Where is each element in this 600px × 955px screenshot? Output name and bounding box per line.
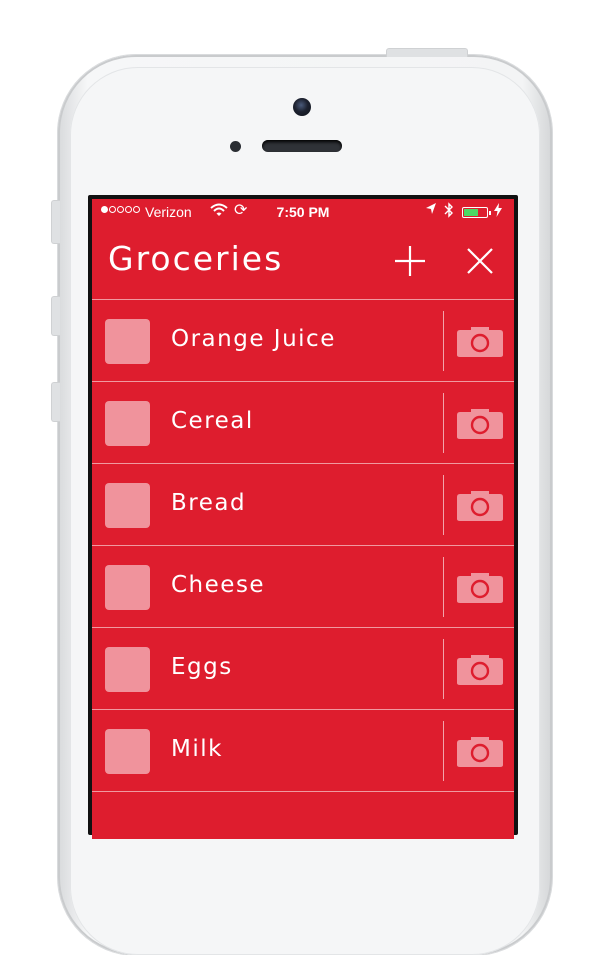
camera-icon <box>457 573 503 603</box>
item-label: Orange Juice <box>171 326 336 352</box>
item-label: Cheese <box>171 572 266 598</box>
add-item-button[interactable] <box>390 241 430 281</box>
item-checkbox[interactable] <box>105 647 150 692</box>
list-item[interactable]: Bread <box>92 463 514 545</box>
list-item[interactable]: Eggs <box>92 627 514 709</box>
add-photo-button[interactable] <box>456 570 504 604</box>
row-divider <box>443 721 444 781</box>
grocery-list: Orange Juice Cereal Bread Cheese Eggs Milk <box>92 299 514 839</box>
page-title: Groceries <box>108 239 284 278</box>
screen: Verizon ⟳ 7:50 PM Groceries Orange Juice… <box>88 195 518 839</box>
item-checkbox[interactable] <box>105 319 150 364</box>
row-divider <box>443 475 444 535</box>
mute-switch <box>51 200 60 244</box>
row-divider <box>443 311 444 371</box>
bluetooth-icon <box>444 202 454 221</box>
app-view: Verizon ⟳ 7:50 PM Groceries Orange Juice… <box>92 199 514 839</box>
camera-icon <box>457 491 503 521</box>
empty-row <box>92 791 514 839</box>
item-label: Bread <box>171 490 247 516</box>
battery-level <box>464 209 478 216</box>
power-button <box>386 48 468 57</box>
front-camera <box>293 98 311 116</box>
item-label: Eggs <box>171 654 233 680</box>
list-item[interactable]: Cheese <box>92 545 514 627</box>
item-checkbox[interactable] <box>105 483 150 528</box>
item-checkbox[interactable] <box>105 401 150 446</box>
add-photo-button[interactable] <box>456 406 504 440</box>
location-icon <box>425 202 437 219</box>
add-photo-button[interactable] <box>456 652 504 686</box>
item-label: Milk <box>171 736 223 762</box>
item-label: Cereal <box>171 408 254 434</box>
volume-down-button <box>51 382 60 422</box>
camera-icon <box>457 409 503 439</box>
add-photo-button[interactable] <box>456 734 504 768</box>
earpiece-speaker <box>262 140 342 152</box>
list-item[interactable]: Cereal <box>92 381 514 463</box>
volume-up-button <box>51 296 60 336</box>
close-icon <box>467 248 493 274</box>
list-item[interactable]: Orange Juice <box>92 299 514 381</box>
charging-icon <box>494 203 502 220</box>
row-divider <box>443 393 444 453</box>
add-photo-button[interactable] <box>456 324 504 358</box>
camera-icon <box>457 655 503 685</box>
camera-icon <box>457 327 503 357</box>
row-divider <box>443 557 444 617</box>
close-list-button[interactable] <box>460 241 500 281</box>
add-photo-button[interactable] <box>456 488 504 522</box>
plus-icon <box>395 246 425 276</box>
proximity-sensor <box>230 141 241 152</box>
camera-icon <box>457 737 503 767</box>
status-bar: Verizon ⟳ 7:50 PM <box>92 199 514 225</box>
item-checkbox[interactable] <box>105 565 150 610</box>
item-checkbox[interactable] <box>105 729 150 774</box>
list-item[interactable]: Milk <box>92 709 514 791</box>
battery-icon <box>462 207 491 218</box>
row-divider <box>443 639 444 699</box>
list-header: Groceries <box>92 225 514 299</box>
